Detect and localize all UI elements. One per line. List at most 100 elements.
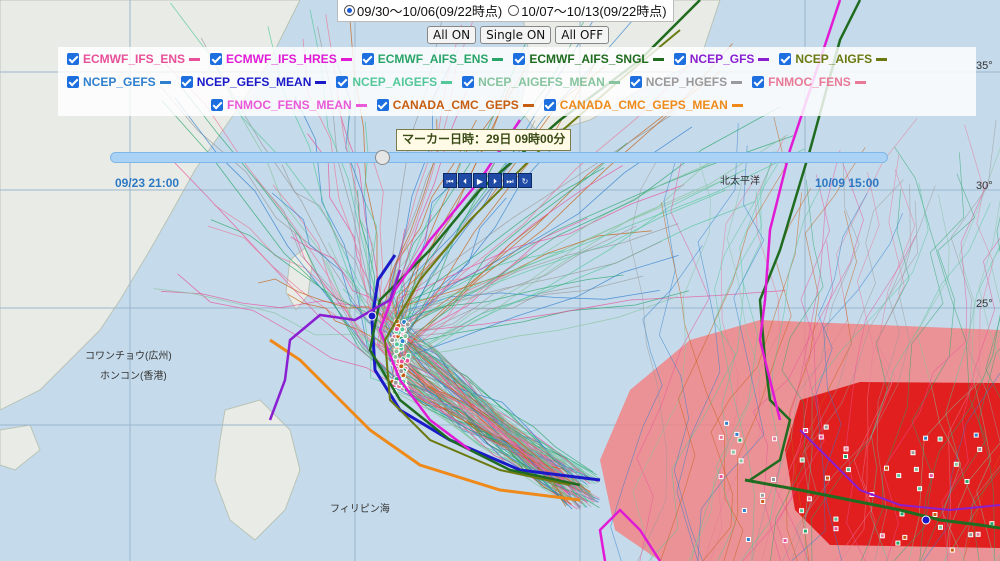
track-point[interactable]	[884, 465, 889, 471]
track-point[interactable]	[799, 457, 805, 463]
checkbox-icon[interactable]	[361, 53, 374, 65]
track-point[interactable]	[405, 352, 412, 359]
legend-item[interactable]: NCEP_GEFS_MEAN	[180, 75, 327, 89]
radio-button[interactable]	[344, 5, 355, 16]
storm-position-marker[interactable]	[921, 515, 931, 525]
legend-item[interactable]: NCEP_AIGFS	[779, 52, 888, 66]
track-point[interactable]	[803, 428, 809, 433]
legend-item[interactable]: CANADA_CMC_GEPS_MEAN	[543, 98, 743, 112]
track-point[interactable]	[977, 446, 983, 452]
track-point[interactable]	[937, 436, 943, 442]
prev-frame-icon[interactable]: ⏴	[458, 173, 472, 188]
legend-item[interactable]: ECMWF_AIFS_SNGL	[513, 52, 664, 66]
all-on-button[interactable]: All ON	[427, 26, 477, 44]
track-point[interactable]	[772, 436, 778, 442]
track-point[interactable]	[923, 435, 929, 441]
track-point[interactable]	[741, 508, 747, 513]
checkbox-icon[interactable]	[779, 53, 792, 65]
track-point[interactable]	[737, 437, 743, 443]
all-off-button[interactable]: All OFF	[555, 26, 610, 44]
next-frame-icon[interactable]: ⏵	[488, 173, 502, 188]
first-frame-icon[interactable]: ⏮	[443, 173, 457, 188]
track-point[interactable]	[913, 466, 919, 472]
checkbox-icon[interactable]	[67, 76, 79, 88]
legend-item[interactable]: NCEP_GEFS	[67, 75, 171, 89]
checkbox-icon[interactable]	[211, 99, 223, 111]
track-point[interactable]	[833, 516, 839, 522]
track-point[interactable]	[806, 496, 812, 502]
track-point[interactable]	[975, 531, 981, 537]
track-point[interactable]	[398, 358, 405, 365]
checkbox-icon[interactable]	[210, 53, 223, 65]
track-point[interactable]	[896, 473, 902, 479]
radio-button[interactable]	[508, 5, 520, 16]
single-on-button[interactable]: Single ON	[480, 26, 552, 44]
track-point[interactable]	[968, 532, 974, 538]
track-point[interactable]	[949, 547, 955, 553]
track-point[interactable]	[392, 353, 399, 360]
track-point[interactable]	[802, 528, 808, 534]
track-point[interactable]	[823, 424, 829, 430]
track-point[interactable]	[932, 512, 938, 517]
track-point[interactable]	[393, 341, 400, 348]
track-point[interactable]	[724, 420, 730, 426]
track-point[interactable]	[845, 467, 851, 473]
storm-position-marker[interactable]	[367, 311, 377, 321]
track-point[interactable]	[389, 337, 396, 344]
track-point[interactable]	[938, 524, 943, 530]
track-point[interactable]	[760, 499, 766, 504]
legend-item[interactable]: ECMWF_AIFS_ENS	[361, 52, 504, 66]
track-point[interactable]	[730, 449, 736, 455]
legend-item[interactable]: FNMOC_FENS	[752, 75, 866, 89]
track-point[interactable]	[404, 321, 411, 328]
track-point[interactable]	[879, 533, 885, 539]
period-option-1[interactable]: 09/30〜10/06(09/22時点)	[344, 1, 502, 20]
track-point[interactable]	[843, 454, 848, 459]
track-point[interactable]	[824, 475, 830, 481]
track-point[interactable]	[393, 326, 400, 332]
checkbox-icon[interactable]	[513, 53, 526, 65]
legend-item[interactable]: ECMWF_IFS_ENS	[67, 52, 201, 66]
track-point[interactable]	[782, 538, 788, 544]
track-point[interactable]	[833, 526, 839, 532]
track-point[interactable]	[953, 461, 959, 467]
checkbox-icon[interactable]	[67, 53, 79, 65]
track-point[interactable]	[734, 431, 740, 437]
legend-item[interactable]: FNMOC_FENS_MEAN	[211, 98, 367, 112]
legend-item[interactable]: NCEP_AIGEFS	[336, 75, 453, 89]
track-point[interactable]	[899, 511, 905, 517]
track-point[interactable]	[402, 333, 409, 340]
track-point[interactable]	[917, 486, 923, 492]
track-point[interactable]	[738, 458, 744, 464]
play-icon[interactable]: ▶	[473, 173, 487, 188]
track-point[interactable]	[398, 368, 405, 375]
track-point[interactable]	[718, 434, 724, 440]
track-point[interactable]	[895, 540, 901, 546]
legend-item[interactable]: NCEP_AIGEFS_MEAN	[462, 75, 620, 89]
timeline-slider[interactable]	[110, 152, 888, 163]
track-point[interactable]	[910, 450, 916, 456]
track-point[interactable]	[399, 338, 406, 345]
track-point[interactable]	[843, 446, 849, 452]
checkbox-icon[interactable]	[752, 76, 765, 88]
checkbox-icon[interactable]	[673, 53, 686, 65]
checkbox-icon[interactable]	[180, 76, 193, 88]
checkbox-icon[interactable]	[336, 76, 349, 88]
checkbox-icon[interactable]	[376, 99, 389, 111]
legend-item[interactable]: NCEP_HGEFS	[629, 75, 743, 89]
period-option-2[interactable]: 10/07〜10/13(09/22時点)	[508, 1, 667, 20]
track-point[interactable]	[964, 479, 970, 484]
checkbox-icon[interactable]	[543, 99, 556, 111]
checkbox-icon[interactable]	[629, 76, 642, 88]
track-point[interactable]	[902, 534, 908, 540]
track-point[interactable]	[393, 348, 400, 355]
track-point[interactable]	[818, 434, 824, 440]
track-point[interactable]	[745, 537, 751, 542]
legend-item[interactable]: CANADA_CMC_GEPS	[376, 98, 534, 112]
track-point[interactable]	[799, 508, 805, 514]
legend-item[interactable]: NCEP_GFS	[673, 52, 770, 66]
track-point[interactable]	[973, 432, 979, 438]
track-point[interactable]	[928, 473, 934, 479]
track-point[interactable]	[718, 474, 724, 480]
track-point[interactable]	[759, 492, 765, 498]
